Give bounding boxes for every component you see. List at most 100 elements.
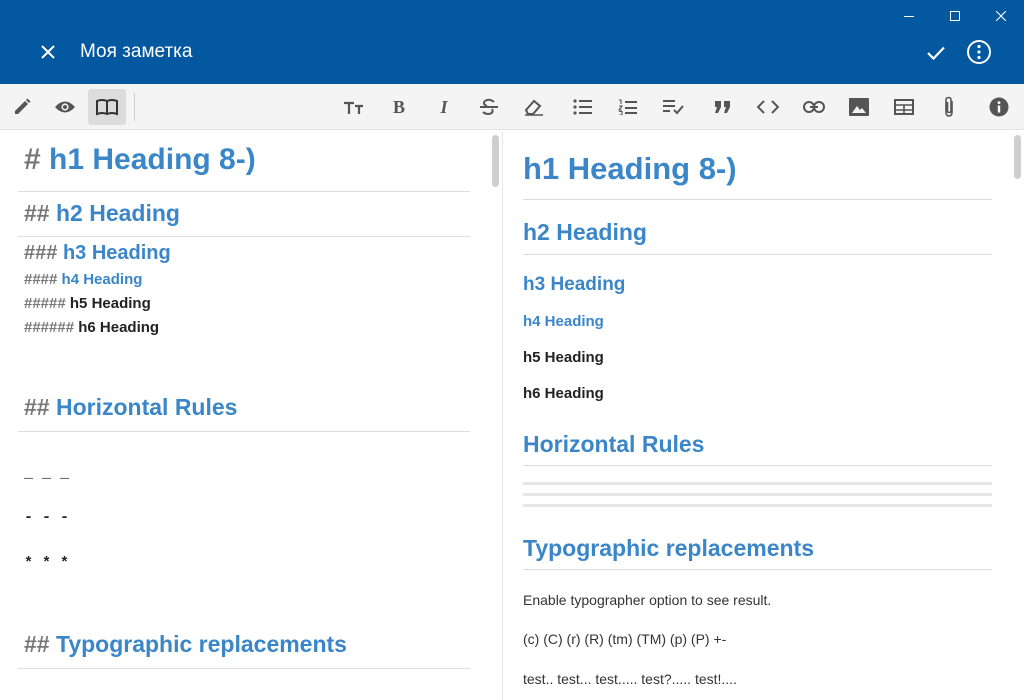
bold-icon: B [392, 96, 405, 117]
preview-paragraph: test.. test... test..... test?..... test… [523, 671, 737, 687]
editor-typo-title-line: ## Typographic replacements [24, 631, 347, 658]
bulleted-list-icon [573, 99, 592, 115]
bulleted-list-button[interactable] [564, 89, 602, 125]
editor-divider [18, 668, 470, 669]
editor-h6-line: ###### h6 Heading [24, 319, 159, 336]
info-icon [989, 97, 1009, 117]
numbered-list-button[interactable] [609, 89, 647, 125]
quote-icon [715, 101, 730, 113]
italic-button[interactable]: I [425, 89, 463, 125]
bold-button[interactable]: B [380, 89, 418, 125]
editor-h5-line: ##### h5 Heading [24, 295, 151, 312]
close-icon [41, 45, 55, 59]
preview-paragraph: Enable typographer option to see result. [523, 592, 772, 608]
checklist-icon [663, 100, 684, 115]
strikethrough-button[interactable] [470, 89, 508, 125]
markdown-preview: h1 Heading 8-) h2 Heading h3 Heading h4 … [503, 131, 1011, 700]
check-icon [927, 46, 945, 61]
markdown-editor[interactable]: # h1 Heading 8-) ## h2 Heading ### h3 He… [0, 131, 490, 700]
numbered-list-icon [618, 99, 637, 115]
more-options-button[interactable] [965, 38, 993, 66]
editor-divider [18, 236, 470, 237]
table-icon [894, 99, 914, 115]
preview-divider [523, 199, 992, 200]
attachment-button[interactable] [930, 89, 968, 125]
maximize-button[interactable] [932, 0, 978, 32]
preview-h4: h4 Heading [523, 313, 604, 330]
close-window-icon [996, 11, 1006, 21]
text-size-icon [344, 101, 363, 114]
editor-hr-underscore: _ _ _ [24, 465, 70, 482]
horizontal-rule [523, 493, 992, 496]
italic-icon: I [440, 96, 448, 117]
more-vertical-icon [967, 40, 991, 64]
table-button[interactable] [885, 89, 923, 125]
preview-mode-button[interactable] [46, 89, 84, 125]
minimize-button[interactable] [886, 0, 932, 32]
quote-button[interactable] [704, 89, 742, 125]
heading-text: Horizontal Rules [55, 394, 238, 420]
preview-scroll-thumb[interactable] [1014, 135, 1021, 179]
horizontal-rule [523, 504, 992, 507]
heading-mark: #### [24, 271, 58, 288]
heading-text: h2 Heading [55, 200, 180, 226]
minimize-icon [904, 16, 914, 17]
editor-divider [18, 191, 470, 192]
heading-mark: ##### [24, 295, 66, 312]
attachment-icon [945, 96, 953, 117]
preview-h1: h1 Heading 8-) [523, 151, 737, 186]
save-button[interactable] [922, 40, 950, 66]
preview-h6: h6 Heading [523, 385, 604, 402]
heading-mark: ## [24, 394, 50, 420]
editor-h4-line: #### h4 Heading [24, 271, 142, 288]
preview-scrollbar[interactable] [1011, 131, 1024, 700]
editor-divider [18, 431, 470, 432]
checklist-button[interactable] [654, 89, 692, 125]
editor-h1-line: # h1 Heading 8-) [24, 143, 256, 177]
title-bar: Моя заметка [0, 0, 1024, 84]
maximize-icon [950, 11, 960, 21]
editor-h2-line: ## h2 Heading [24, 200, 180, 227]
code-icon [757, 100, 779, 114]
info-button[interactable] [980, 89, 1018, 125]
clear-format-button[interactable] [515, 89, 553, 125]
preview-divider [523, 465, 992, 466]
link-button[interactable] [795, 89, 833, 125]
preview-h2: h2 Heading [523, 219, 647, 245]
heading-text: h4 Heading [61, 271, 143, 288]
edit-mode-button[interactable] [3, 89, 41, 125]
editor-scrollbar[interactable] [490, 131, 502, 700]
edit-icon [15, 98, 31, 114]
window-close-button[interactable] [978, 0, 1024, 32]
text-size-button[interactable] [335, 89, 373, 125]
split-mode-button[interactable] [88, 89, 126, 125]
heading-text: h5 Heading [69, 295, 151, 312]
heading-text: Typographic replacements [55, 631, 347, 657]
window-controls [886, 0, 1024, 32]
eraser-icon [524, 99, 543, 116]
editor-hr-dash: - - - [24, 509, 70, 526]
code-button[interactable] [749, 89, 787, 125]
preview-h5: h5 Heading [523, 349, 604, 366]
image-button[interactable] [840, 89, 878, 125]
heading-mark: ###### [24, 319, 75, 336]
editor-h3-line: ### h3 Heading [24, 242, 171, 265]
heading-text: h1 Heading 8-) [49, 143, 256, 176]
heading-text: h3 Heading [62, 242, 171, 264]
close-note-button[interactable] [36, 40, 60, 64]
heading-mark: ## [24, 631, 50, 657]
preview-paragraph: (c) (C) (r) (R) (tm) (TM) (p) (P) +- [523, 631, 727, 647]
format-toolbar: B I [0, 84, 1024, 130]
preview-divider [523, 569, 992, 570]
toolbar-separator [134, 93, 135, 121]
preview-typo-title: Typographic replacements [523, 535, 814, 561]
preview-hr-title: Horizontal Rules [523, 431, 705, 457]
note-title: Моя заметка [80, 41, 193, 62]
heading-mark: ## [24, 200, 50, 226]
editor-scroll-thumb[interactable] [492, 135, 499, 187]
preview-h3: h3 Heading [523, 274, 626, 295]
preview-divider [523, 254, 992, 255]
preview-icon [55, 101, 75, 113]
link-icon [803, 101, 825, 113]
book-icon [96, 99, 118, 116]
